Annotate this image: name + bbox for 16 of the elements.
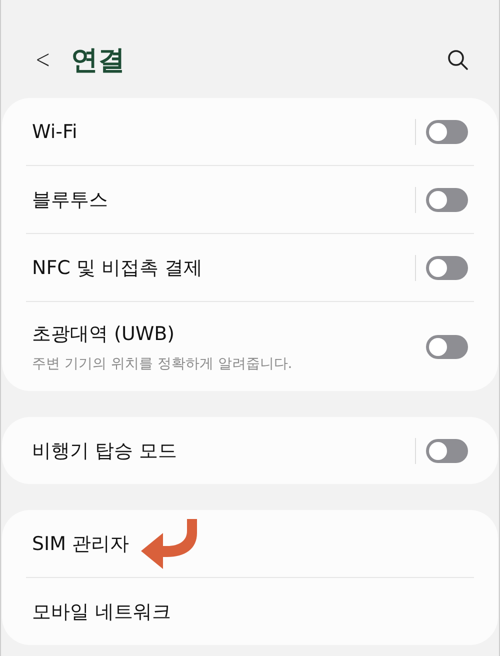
setting-label[interactable]: Wi-Fi <box>32 120 78 142</box>
setting-label[interactable]: 모바일 네트워크 <box>32 598 172 624</box>
setting-label[interactable]: 비행기 탑승 모드 <box>32 438 178 464</box>
toggle-switch[interactable] <box>426 334 468 358</box>
toggle-switch[interactable] <box>426 438 468 462</box>
toggle-switch[interactable] <box>426 188 468 212</box>
page-title: 연결 <box>71 44 126 78</box>
toggle-switch[interactable] <box>426 256 468 280</box>
setting-description: 주변 기기의 위치를 정확하게 알려줍니다. <box>32 354 292 372</box>
toggle-switch[interactable] <box>426 120 468 144</box>
setting-label[interactable]: 블루투스 <box>32 186 108 212</box>
setting-label[interactable]: NFC 및 비접촉 결제 <box>32 254 203 280</box>
setting-label[interactable]: SIM 관리자 <box>32 530 130 556</box>
back-button[interactable]: < <box>35 45 65 75</box>
search-icon[interactable] <box>447 49 469 71</box>
setting-label[interactable]: 초광대역 (UWB) <box>32 320 292 346</box>
